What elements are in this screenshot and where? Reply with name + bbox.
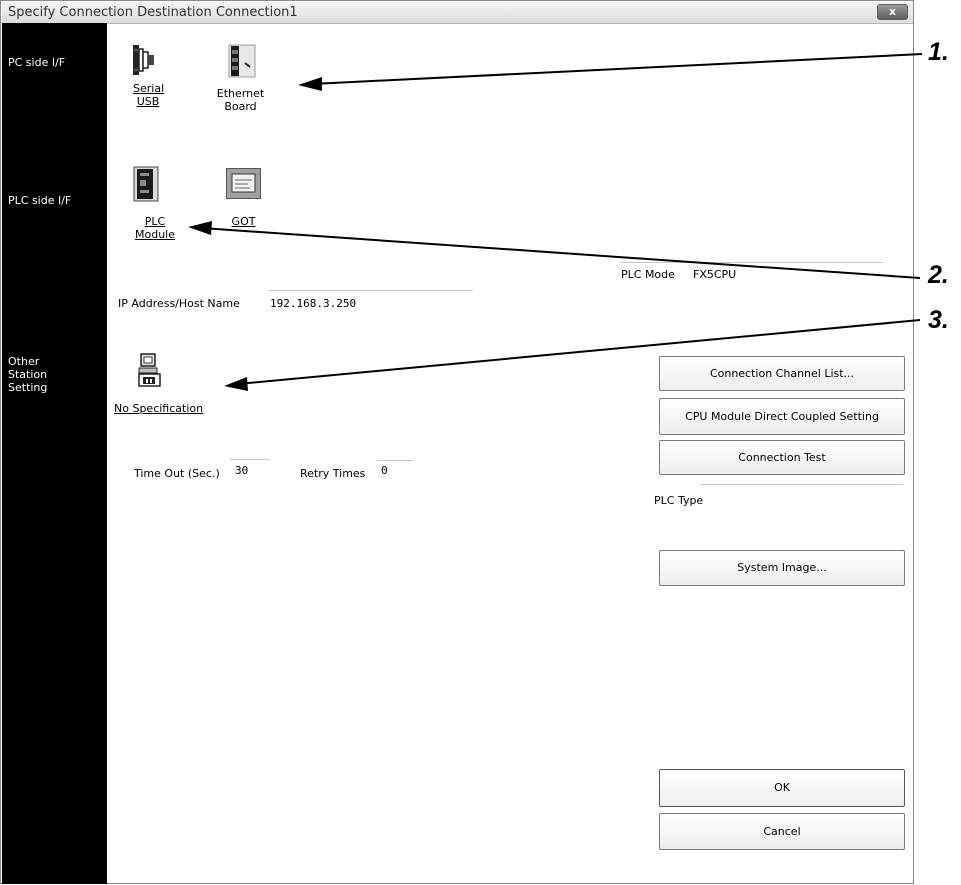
callout-3-arrowhead bbox=[224, 377, 248, 391]
callout-1-line bbox=[311, 53, 923, 85]
callout-arrows bbox=[188, 53, 923, 391]
callout-1-arrowhead bbox=[298, 77, 322, 91]
callout-3-label: 3. bbox=[928, 306, 949, 334]
callout-1-label: 1. bbox=[928, 38, 949, 66]
callout-2-line bbox=[201, 227, 921, 279]
callout-3-line bbox=[237, 319, 921, 385]
callout-2-label: 2. bbox=[928, 261, 949, 289]
callout-2-arrowhead bbox=[188, 221, 212, 235]
